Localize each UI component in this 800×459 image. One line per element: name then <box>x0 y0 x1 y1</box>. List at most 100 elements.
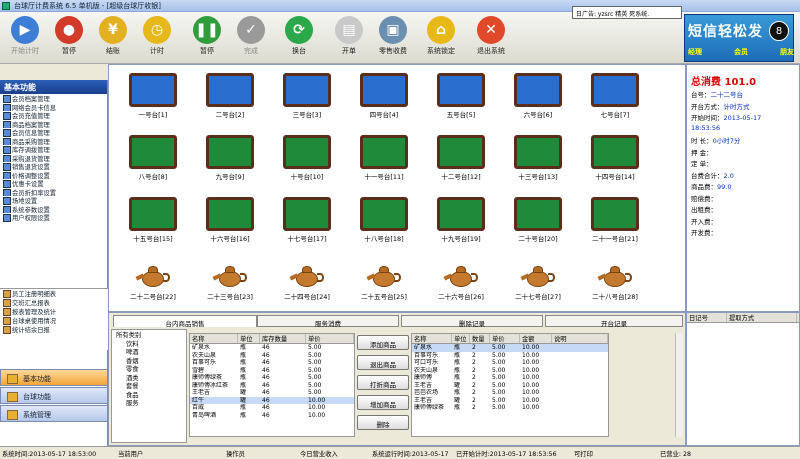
tab-3[interactable]: 开台记录 <box>545 315 683 328</box>
sidebar-item[interactable]: 优惠卡设置 <box>0 179 107 188</box>
tree-node[interactable]: 香烟 <box>112 356 186 365</box>
table-row[interactable]: 矿泉水 瓶 46 5.00 <box>190 344 354 352</box>
billiard-table-tile[interactable]: 十三号台[13] <box>500 131 576 193</box>
table-row[interactable]: 王老吉 罐 2 5.00 10.00 <box>412 382 608 390</box>
toolbar-button-7[interactable]: ▤ 开单 <box>328 14 370 62</box>
action-button-2[interactable]: 打折商品 <box>357 375 409 390</box>
tree-node[interactable]: 零食 <box>112 364 186 373</box>
sidebar-item[interactable]: 库存调拨管理 <box>0 145 107 154</box>
billiard-table-tile[interactable]: 二十五号台[25] <box>346 255 422 317</box>
table-row[interactable]: 百事可乐 瓶 2 5.00 10.00 <box>412 352 608 360</box>
billiard-table-tile[interactable]: 二十七号台[27] <box>500 255 576 317</box>
action-button-1[interactable]: 退出商品 <box>357 355 409 370</box>
report-item[interactable]: 报表管理及统计 <box>0 307 108 316</box>
column-header[interactable]: 名称 <box>190 334 238 343</box>
table-row[interactable]: 矿泉水 瓶 2 5.00 10.00 <box>412 344 608 352</box>
tree-node[interactable]: 服务 <box>112 398 186 407</box>
sidebar-item[interactable]: 商品档案管理 <box>0 120 107 128</box>
billiard-table-tile[interactable]: 十号台[10] <box>269 131 345 193</box>
toolbar-button-9[interactable]: ⌂ 系统锁定 <box>420 14 462 62</box>
report-item[interactable]: 交班汇总报表 <box>0 298 108 307</box>
toolbar-button-10[interactable]: ✕ 退出系统 <box>470 14 512 62</box>
column-header[interactable]: 提取方式 <box>727 313 797 322</box>
billiard-table-tile[interactable]: 十二号台[12] <box>423 131 499 193</box>
sidebar-item[interactable]: 用户权限设置 <box>0 213 107 222</box>
table-row[interactable]: 百事可乐 瓶 46 5.00 <box>190 359 354 367</box>
billiard-table-tile[interactable]: 九号台[9] <box>192 131 268 193</box>
table-row[interactable]: 芭芭农场 瓶 2 5.00 10.00 <box>412 389 608 397</box>
tree-node[interactable]: 啤酒 <box>112 347 186 356</box>
nav-basic[interactable]: 基本功能 <box>0 369 108 386</box>
billiard-table-tile[interactable]: 十五号台[15] <box>115 193 191 255</box>
column-header[interactable]: 单价 <box>490 334 520 343</box>
column-header[interactable]: 库存数量 <box>260 334 306 343</box>
table-row[interactable]: 王老吉 罐 2 5.00 10.00 <box>412 397 608 405</box>
billiard-table-tile[interactable]: 十九号台[19] <box>423 193 499 255</box>
sidebar-item[interactable]: 会员信息管理 <box>0 128 107 137</box>
tree-node[interactable]: 酒类 <box>112 373 186 382</box>
sidebar-item[interactable]: 销售退货设置 <box>0 162 107 171</box>
tree-node[interactable]: 饮料 <box>112 339 186 348</box>
table-row[interactable]: 可口可乐 瓶 2 5.00 10.00 <box>412 359 608 367</box>
table-row[interactable]: 百威 瓶 46 10.00 <box>190 404 354 412</box>
action-button-3[interactable]: 增加商品 <box>357 395 409 410</box>
billiard-table-tile[interactable]: 八号台[8] <box>115 131 191 193</box>
sidebar-item[interactable]: 采购退货管理 <box>0 154 107 162</box>
sidebar-item[interactable]: 会员充值管理 <box>0 111 107 120</box>
billiard-table-tile[interactable]: 二十二号台[22] <box>115 255 191 317</box>
billiard-table-tile[interactable]: 十四号台[14] <box>577 131 653 193</box>
toolbar-button-4[interactable]: ❚❚ 暂停 <box>186 14 228 62</box>
billiard-table-tile[interactable]: 十七号台[17] <box>269 193 345 255</box>
billiard-table-tile[interactable]: 二十四号台[24] <box>269 255 345 317</box>
table-row[interactable]: 康师傅 瓶 2 5.00 10.00 <box>412 374 608 382</box>
column-header[interactable]: 单价 <box>306 334 354 343</box>
column-header[interactable]: 数量 <box>470 334 490 343</box>
column-header[interactable]: 单位 <box>452 334 470 343</box>
tab-0[interactable]: 台内商品销售 <box>113 315 257 328</box>
sidebar-item[interactable]: 网络会员卡信息 <box>0 103 107 111</box>
billiard-table-tile[interactable]: 二号台[2] <box>192 69 268 131</box>
billiard-table-tile[interactable]: 二十一号台[21] <box>577 193 653 255</box>
tree-node[interactable]: 所有类别 <box>112 330 186 339</box>
action-button-4[interactable]: 删除 <box>357 415 409 430</box>
report-item[interactable]: 统计结余日报 <box>0 325 108 334</box>
action-button-0[interactable]: 添加商品 <box>357 335 409 350</box>
table-row[interactable]: 农夫山泉 瓶 46 5.00 <box>190 352 354 360</box>
table-row[interactable]: 康师傅绿茶 瓶 2 5.00 10.00 <box>412 404 608 412</box>
tab-1[interactable]: 服务消费 <box>257 315 399 328</box>
report-item[interactable]: 员工注册明细表 <box>0 289 108 298</box>
vertical-scrollbar[interactable] <box>675 333 683 437</box>
billiard-table-tile[interactable]: 二十八号台[28] <box>577 255 653 317</box>
sidebar-item[interactable]: 会员折扣率设置 <box>0 188 107 196</box>
billiard-table-tile[interactable]: 四号台[4] <box>346 69 422 131</box>
toolbar-button-8[interactable]: ▣ 零售收费 <box>372 14 414 62</box>
sidebar-item[interactable]: 场地设置 <box>0 196 107 205</box>
column-header[interactable]: 名称 <box>412 334 452 343</box>
sidebar-item[interactable]: 会员档案管理 <box>0 94 107 103</box>
toolbar-button-2[interactable]: ¥ 结账 <box>92 14 134 62</box>
billiard-table-tile[interactable]: 二十六号台[26] <box>423 255 499 317</box>
report-item[interactable]: 台球桌使用情况 <box>0 316 108 325</box>
billiard-table-tile[interactable]: 五号台[5] <box>423 69 499 131</box>
tree-node[interactable]: 食品 <box>112 390 186 399</box>
column-header[interactable]: 单位 <box>238 334 260 343</box>
billiard-table-tile[interactable]: 七号台[7] <box>577 69 653 131</box>
billiard-table-tile[interactable]: 三号台[3] <box>269 69 345 131</box>
toolbar-button-1[interactable]: ● 暂停 <box>48 14 90 62</box>
billiard-table-tile[interactable]: 二十三号台[23] <box>192 255 268 317</box>
table-row[interactable]: 雪碧 瓶 46 5.00 <box>190 367 354 375</box>
billiard-table-tile[interactable]: 一号台[1] <box>115 69 191 131</box>
table-row[interactable]: 青岛啤酒 瓶 46 10.00 <box>190 412 354 420</box>
column-header[interactable]: 金额 <box>520 334 552 343</box>
toolbar-button-6[interactable]: ⟳ 换台 <box>278 14 320 62</box>
billiard-table-tile[interactable]: 十六号台[16] <box>192 193 268 255</box>
table-row[interactable]: 康师傅冰红茶 瓶 46 5.00 <box>190 382 354 390</box>
table-row[interactable]: 康师傅绿茶 瓶 46 5.00 <box>190 374 354 382</box>
sidebar-item[interactable]: 系统参数设置 <box>0 205 107 213</box>
billiard-table-tile[interactable]: 十八号台[18] <box>346 193 422 255</box>
nav-system[interactable]: 系统管理 <box>0 405 108 422</box>
billiard-table-tile[interactable]: 二十号台[20] <box>500 193 576 255</box>
nav-billiards[interactable]: 台球功能 <box>0 387 108 404</box>
sidebar-item[interactable]: 价格调整设置 <box>0 171 107 179</box>
table-row[interactable]: 王老吉 罐 46 5.00 <box>190 389 354 397</box>
